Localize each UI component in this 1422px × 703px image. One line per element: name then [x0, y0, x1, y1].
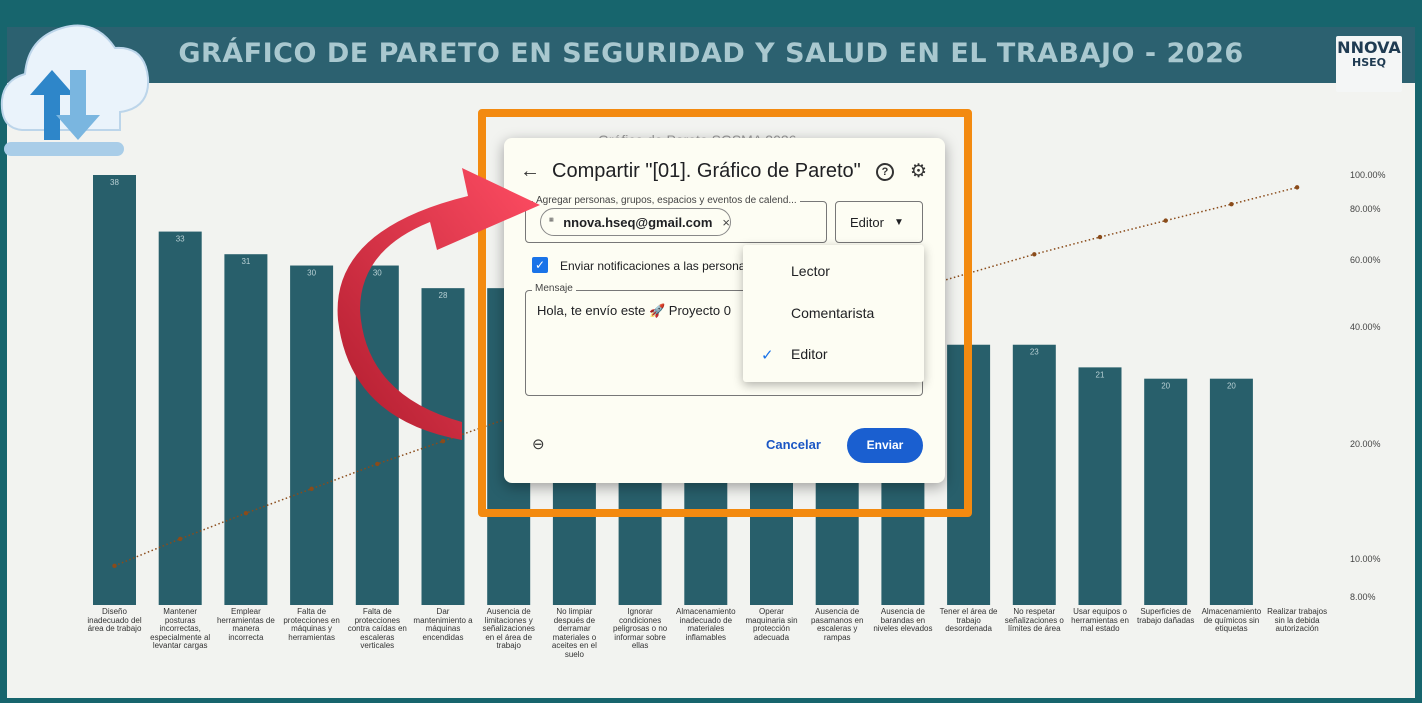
bar-value-label-14: 23 [1030, 348, 1039, 357]
x-tick-label-9: Almacenamiento inadecuado de materiales … [676, 607, 736, 642]
cumulative-point-1 [178, 536, 183, 542]
bar-16 [1144, 378, 1188, 605]
x-tick-label-14: No respetar señalizaciones o límites de … [1004, 607, 1064, 633]
role-option-lector[interactable]: Lector [791, 263, 830, 279]
role-dropdown-label: Editor [850, 214, 884, 230]
bar-14 [1012, 344, 1056, 605]
cancel-button[interactable]: Cancelar [766, 437, 821, 452]
share-dialog-title: Compartir "[01]. Gráfico de Pareto" [552, 160, 861, 182]
cumulative-point-0 [112, 563, 117, 569]
y2-tick-label-3: 40.00% [1350, 322, 1381, 332]
recipient-email: nnova.hseq@gmail.com [563, 214, 713, 230]
x-tick-label-7: No limpiar después de derramar materiale… [551, 607, 597, 659]
cumulative-point-17 [1229, 202, 1234, 207]
gear-icon[interactable]: ⚙ [910, 160, 927, 183]
notify-label: Enviar notificaciones a las persona [560, 259, 746, 273]
close-icon[interactable]: × [722, 215, 730, 230]
add-people-label: Agregar personas, grupos, espacios y eve… [533, 195, 800, 206]
x-tick-label-12: Ausencia de barandas en niveles elevados [873, 607, 933, 633]
y2-tick-label-0: 100.00% [1350, 170, 1386, 180]
cumulative-point-3 [309, 486, 314, 492]
x-tick-label-17: Almacenamiento de químicos sin etiquetas [1201, 607, 1262, 633]
caret-down-icon: ▼ [893, 216, 904, 228]
x-tick-label-3: Falta de protecciones en máquinas y herr… [283, 607, 340, 642]
recipient-chip[interactable]: ▦ nnova.hseq@gmail.com × [540, 208, 731, 236]
x-tick-label-18: Realizar trabajos sin la debida autoriza… [1267, 607, 1328, 633]
check-icon: ✓ [761, 347, 774, 364]
bar-value-label-15: 21 [1096, 370, 1105, 379]
x-tick-label-11: Ausencia de pasamanos en escaleras y ram… [810, 607, 864, 642]
x-tick-label-5: Dar mantenimiento a máquinas encendidas [413, 607, 473, 642]
x-tick-label-13: Tener el área de trabajo desordenada [939, 607, 998, 633]
x-tick-label-1: Mantener posturas incorrectas, especialm… [150, 607, 211, 650]
y2-tick-label-1: 80.00% [1350, 204, 1381, 214]
send-button[interactable]: Enviar [847, 428, 923, 463]
x-tick-label-10: Operar maquinaria sin protección adecuad… [745, 607, 798, 642]
y2-tick-label-5: 10.00% [1350, 554, 1381, 564]
x-tick-label-4: Falta de protecciones contra caídas en e… [347, 607, 407, 650]
x-tick-label-16: Superficies de trabajo dañadas [1136, 607, 1195, 625]
x-tick-label-15: Usar equipos o herramientas en mal estad… [1071, 607, 1129, 633]
role-dropdown[interactable]: Editor ▼ [835, 201, 923, 243]
curved-arrow-icon [337, 168, 540, 440]
bar-value-label-16: 20 [1161, 382, 1170, 391]
bar-17 [1209, 378, 1253, 605]
cumulative-point-2 [243, 511, 249, 516]
cumulative-point-14 [1032, 252, 1037, 257]
bar-15 [1078, 367, 1122, 605]
help-icon[interactable]: ? [876, 163, 894, 181]
role-option-editor[interactable]: Editor [791, 346, 828, 362]
screenshot-stage: GRÁFICO DE PARETO EN SEGURIDAD Y SALUD E… [0, 0, 1422, 703]
x-tick-label-6: Ausencia de limitaciones y señalizacione… [482, 607, 535, 650]
cumulative-point-18 [1294, 185, 1300, 190]
message-text: Hola, te envío este 🚀 Proyecto 0 [537, 303, 731, 318]
bar-value-label-17: 20 [1227, 382, 1236, 391]
y2-tick-label-2: 60.00% [1350, 255, 1381, 265]
x-tick-label-8: Ignorar condiciones peligrosas o no info… [612, 607, 668, 650]
cumulative-point-16 [1163, 218, 1168, 223]
x-tick-label-0: Diseño inadecuado del área de trabajo [87, 607, 142, 633]
cumulative-point-4 [375, 461, 380, 467]
y2-tick-label-6: 8.00% [1350, 592, 1376, 602]
role-option-comentarista[interactable]: Comentarista [791, 305, 874, 321]
role-menu: Lector Comentarista ✓ Editor [743, 245, 924, 382]
cumulative-point-15 [1097, 234, 1103, 240]
x-tick-label-2: Emplear herramientas de manera incorrect… [216, 607, 275, 642]
y2-tick-label-4: 20.00% [1350, 439, 1381, 449]
